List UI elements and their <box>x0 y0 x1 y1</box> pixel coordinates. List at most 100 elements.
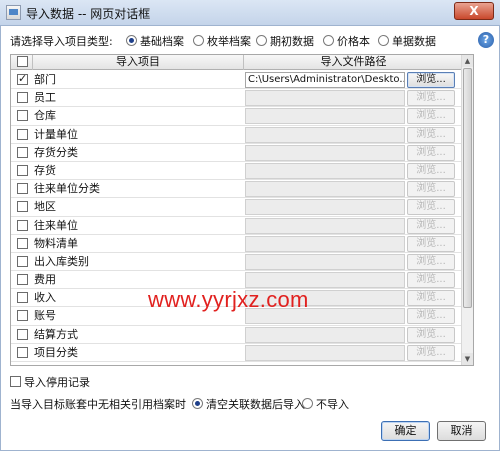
cancel-button[interactable]: 取消 <box>437 421 486 441</box>
row-item-name: 往来单位 <box>34 218 78 232</box>
browse-button: 浏览... <box>407 253 455 270</box>
ok-button[interactable]: 确定 <box>381 421 430 441</box>
table-row[interactable]: 部门 C:\Users\Administrator\Deskto...浏览... <box>11 71 463 90</box>
import-type-option-documents[interactable]: 单据数据 <box>378 33 436 49</box>
radio-icon[interactable] <box>192 398 203 409</box>
row-item-name: 往来单位分类 <box>34 182 100 196</box>
table-row[interactable]: 地区 浏览... <box>11 198 463 217</box>
row-path-field <box>245 181 405 198</box>
row-check-cell <box>11 107 33 124</box>
table-row[interactable]: 存货 浏览... <box>11 162 463 181</box>
help-icon[interactable]: ? <box>478 32 494 48</box>
browse-button[interactable]: 浏览... <box>407 72 455 88</box>
browse-button: 浏览... <box>407 90 455 107</box>
table-row[interactable]: 项目分类 浏览... <box>11 344 463 362</box>
import-type-option-opening[interactable]: 期初数据 <box>256 33 314 49</box>
radio-icon[interactable] <box>378 35 389 46</box>
import-type-option-basic[interactable]: 基础档案 <box>126 33 184 49</box>
browse-button: 浏览... <box>407 108 455 125</box>
scroll-thumb[interactable] <box>463 68 472 308</box>
grid-header: 导入项目 导入文件路径 <box>11 55 463 70</box>
row-checkbox[interactable] <box>17 310 28 322</box>
column-header-item: 导入项目 <box>33 55 244 70</box>
row-item-name: 费用 <box>34 273 56 287</box>
row-path-field[interactable]: C:\Users\Administrator\Deskto... <box>245 72 405 88</box>
row-checkbox[interactable] <box>17 274 28 286</box>
import-type-label: 请选择导入项目类型: <box>10 35 113 48</box>
row-checkbox[interactable] <box>17 164 28 176</box>
no-ref-option-clear[interactable]: 清空关联数据后导入 <box>192 396 305 412</box>
radio-icon[interactable] <box>193 35 204 46</box>
close-button[interactable]: X <box>454 2 494 20</box>
table-row[interactable]: 往来单位分类 浏览... <box>11 180 463 199</box>
row-check-cell <box>11 71 33 88</box>
row-item-name: 项目分类 <box>34 345 78 359</box>
row-checkbox[interactable] <box>17 328 28 340</box>
row-check-cell <box>11 307 33 324</box>
row-checkbox[interactable] <box>17 128 28 140</box>
row-check-cell <box>11 89 33 106</box>
row-path-field <box>245 162 405 179</box>
row-check-cell <box>11 144 33 161</box>
table-row[interactable]: 物料清单 浏览... <box>11 235 463 253</box>
row-checkbox[interactable] <box>17 219 28 231</box>
row-item-name: 地区 <box>34 200 56 214</box>
import-type-option-pricebook[interactable]: 价格本 <box>323 33 370 49</box>
row-checkbox[interactable] <box>17 110 28 122</box>
import-disabled-option[interactable]: 导入停用记录 <box>10 374 90 390</box>
row-checkbox[interactable] <box>17 292 28 304</box>
radio-icon[interactable] <box>126 35 137 46</box>
import-type-option-enum[interactable]: 枚举档案 <box>193 33 251 49</box>
scroll-up-arrow-icon[interactable]: ▲ <box>462 55 473 67</box>
row-path-field <box>245 199 405 216</box>
row-checkbox[interactable] <box>17 237 28 249</box>
table-row[interactable]: 仓库 浏览... <box>11 107 463 126</box>
table-row[interactable]: 员工 浏览... <box>11 89 463 108</box>
table-row[interactable]: 存货分类 浏览... <box>11 144 463 162</box>
row-checkbox[interactable] <box>17 146 28 158</box>
row-path-field <box>245 253 405 270</box>
row-checkbox[interactable] <box>17 92 28 104</box>
row-checkbox[interactable] <box>17 201 28 213</box>
browse-button: 浏览... <box>407 235 455 252</box>
radio-icon[interactable] <box>323 35 334 46</box>
row-check-cell <box>11 180 33 197</box>
row-path-field <box>245 272 405 289</box>
row-path-field <box>245 144 405 161</box>
column-header-path: 导入文件路径 <box>320 55 387 68</box>
row-item-name: 出入库类别 <box>34 254 89 268</box>
radio-icon[interactable] <box>256 35 267 46</box>
table-row[interactable]: 计量单位 浏览... <box>11 126 463 144</box>
no-ref-group: 当导入目标账套中无相关引用档案时 清空关联数据后导入 不导入 <box>10 396 349 412</box>
row-checkbox[interactable] <box>17 183 28 195</box>
watermark-text: www.yyrjxz.com <box>148 287 309 312</box>
grid-rows: 部门C:\Users\Administrator\Deskto...浏览...员… <box>11 71 463 362</box>
select-all-checkbox[interactable] <box>17 56 28 67</box>
row-path-field <box>245 344 405 361</box>
row-path-field <box>245 108 405 125</box>
row-check-cell <box>11 344 33 361</box>
row-checkbox[interactable] <box>17 255 28 267</box>
import-disabled-checkbox[interactable] <box>10 376 21 387</box>
row-check-cell <box>11 162 33 179</box>
table-row[interactable]: 结算方式 浏览... <box>11 326 463 344</box>
row-check-cell <box>11 217 33 234</box>
radio-icon[interactable] <box>302 398 313 409</box>
row-checkbox[interactable] <box>17 346 28 358</box>
browse-button: 浏览... <box>407 272 455 289</box>
row-item-name: 存货 <box>34 163 56 177</box>
row-item-name: 部门 <box>34 73 56 86</box>
table-row[interactable]: 往来单位 浏览... <box>11 217 463 235</box>
browse-button: 浏览... <box>407 290 455 307</box>
no-ref-option-skip[interactable]: 不导入 <box>302 396 349 412</box>
scroll-down-arrow-icon[interactable]: ▼ <box>462 353 473 365</box>
browse-button: 浏览... <box>407 162 455 179</box>
row-checkbox[interactable] <box>17 72 28 85</box>
vertical-scrollbar[interactable]: ▲ ▼ <box>461 55 473 365</box>
no-ref-label: 当导入目标账套中无相关引用档案时 <box>10 398 186 411</box>
window-title: 导入数据 -- 网页对话框 <box>26 7 151 21</box>
row-path-field <box>245 126 405 143</box>
row-check-cell <box>11 271 33 288</box>
table-row[interactable]: 出入库类别 浏览... <box>11 253 463 272</box>
row-check-cell <box>11 126 33 143</box>
